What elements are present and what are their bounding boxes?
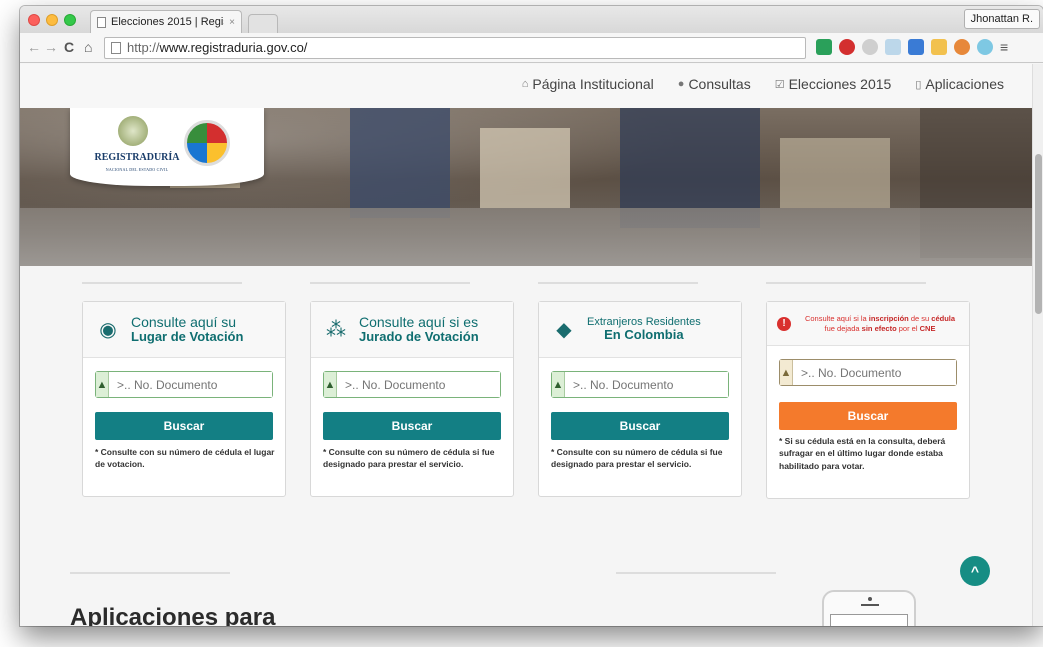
map-pin-icon: ◉ (99, 319, 117, 341)
url-host: www.registraduria.gov.co/ (159, 40, 308, 55)
ghostery-icon[interactable] (862, 39, 878, 55)
divider (310, 282, 470, 284)
menu-icon[interactable]: ≡ (1000, 39, 1008, 55)
coat-of-arms-icon (118, 116, 148, 146)
logo-text: REGISTRADURÍA NACIONAL DEL ESTADO CIVIL (94, 152, 180, 172)
divider (766, 282, 926, 284)
chevron-up-icon: ^ (970, 563, 980, 579)
tab-close-icon[interactable]: × (229, 17, 235, 28)
cast-icon[interactable] (931, 39, 947, 55)
page-scrollbar[interactable] (1032, 64, 1043, 626)
home-icon: ⌂ (521, 78, 529, 90)
card-header: ◉ Consulte aquí su Lugar de Votación (83, 302, 285, 358)
warning-icon: ! (777, 316, 791, 331)
scrollbar-thumb[interactable] (1035, 154, 1042, 314)
phone-screen (830, 614, 908, 626)
profile-button[interactable]: Jhonattan R. (963, 9, 1040, 29)
maximize-window-button[interactable] (64, 14, 76, 26)
card-inscripcion-cne: ! Consulte aquí si la inscripción de su … (766, 301, 970, 499)
nav-item-consultas[interactable]: ● Consultas (678, 76, 751, 92)
eyedropper-icon[interactable] (816, 39, 832, 55)
user-icon: ▲ (324, 372, 337, 397)
card-title: Consulte aquí si es Jurado de Votación (359, 314, 479, 345)
help-note: * Si su cédula está en la consulta, debe… (779, 436, 946, 471)
colombia-map-icon: ◆ (556, 319, 572, 341)
pocket-icon[interactable] (954, 39, 970, 55)
document-input-group: ▲ (323, 371, 501, 398)
phone-speaker (861, 604, 879, 606)
adblock-icon[interactable] (839, 39, 855, 55)
divider (538, 282, 698, 284)
emoji-icon[interactable] (977, 39, 993, 55)
download-icon[interactable] (908, 39, 924, 55)
browser-tab[interactable]: Elecciones 2015 | Registra × (90, 10, 242, 33)
document-input-group: ▲ (779, 359, 957, 386)
group-icon: ⁂ (326, 319, 346, 341)
close-window-button[interactable] (28, 14, 40, 26)
top-navigation: ⌂ Página Institucional ● Consultas ☑ Elecci… (20, 64, 1032, 108)
hero-banner: REGISTRADURÍA NACIONAL DEL ESTADO CIVIL (20, 108, 1032, 266)
scroll-to-top-button[interactable]: ^ (960, 556, 990, 586)
card-title: Extranjeros Residentes En Colombia (587, 315, 701, 343)
back-icon[interactable]: ← (27, 39, 41, 55)
search-button[interactable]: Buscar (551, 412, 729, 440)
search-button[interactable]: Buscar (95, 412, 273, 440)
forward-icon[interactable]: → (44, 39, 58, 55)
extension-icons: ≡ (816, 39, 1008, 55)
document-number-field[interactable] (109, 372, 272, 397)
divider (82, 282, 242, 284)
help-note: * Consulte con su número de cédula el lu… (95, 447, 275, 470)
document-number-field[interactable] (565, 372, 728, 397)
document-number-field[interactable] (793, 360, 956, 385)
search-button[interactable]: Buscar (323, 412, 501, 440)
url-scheme: http:// (127, 40, 160, 55)
page-viewport: ⌂ Página Institucional ● Consultas ☑ Elecci… (20, 64, 1032, 626)
tab-title: Elecciones 2015 | Registra (111, 16, 224, 28)
document-number-field[interactable] (337, 372, 500, 397)
card-title: Consulte aquí su Lugar de Votación (131, 314, 244, 345)
user-icon: ▲ (780, 360, 793, 385)
page-icon (97, 16, 106, 28)
browser-toolbar: ← → C ⌂ http://www.registraduria.gov.co/… (20, 33, 1043, 63)
divider (616, 572, 776, 574)
user-icon: ● (677, 78, 685, 90)
camera-icon[interactable] (885, 39, 901, 55)
address-bar[interactable]: http://www.registraduria.gov.co/ (104, 37, 806, 59)
help-note: * Consulte con su número de cédula si fu… (323, 447, 495, 470)
card-lugar-votacion: ◉ Consulte aquí su Lugar de Votación ▲ B… (82, 301, 286, 497)
tab-strip: Elecciones 2015 | Registra × Jhonattan R… (20, 6, 1043, 33)
card-header: ! Consulte aquí si la inscripción de su … (767, 302, 969, 346)
nav-item-elecciones[interactable]: ☑ Elecciones 2015 (775, 76, 892, 92)
document-input-group: ▲ (551, 371, 729, 398)
card-title: Consulte aquí si la inscripción de su cé… (804, 313, 956, 333)
phone-illustration (822, 590, 916, 626)
divider (70, 572, 230, 574)
nav-item-aplicaciones[interactable]: ▯ Aplicaciones (915, 76, 1004, 92)
document-input-group: ▲ (95, 371, 273, 398)
home-icon[interactable]: ⌂ (84, 39, 92, 55)
new-tab-button[interactable] (248, 14, 278, 33)
reload-icon[interactable]: C (64, 39, 74, 55)
registraduria-logo[interactable]: REGISTRADURÍA NACIONAL DEL ESTADO CIVIL (70, 108, 264, 186)
minimize-window-button[interactable] (46, 14, 58, 26)
card-jurado-votacion: ⁂ Consulte aquí si es Jurado de Votación… (310, 301, 514, 497)
mobile-icon: ▯ (915, 78, 922, 91)
nav-item-institucional[interactable]: ⌂ Página Institucional (522, 76, 654, 92)
card-header: ◆ Extranjeros Residentes En Colombia (539, 302, 741, 358)
browser-window: Elecciones 2015 | Registra × Jhonattan R… (20, 6, 1043, 626)
card-extranjeros: ◆ Extranjeros Residentes En Colombia ▲ B… (538, 301, 742, 497)
search-button[interactable]: Buscar (779, 402, 957, 430)
user-icon: ▲ (96, 372, 109, 397)
help-note: * Consulte con su número de cédula si fu… (551, 447, 723, 470)
page-icon (111, 42, 121, 54)
phone-camera (868, 597, 872, 601)
checkbox-icon: ☑ (774, 78, 785, 91)
apps-section-title: Aplicaciones para (70, 604, 276, 626)
user-icon: ▲ (552, 372, 565, 397)
card-header: ⁂ Consulte aquí si es Jurado de Votación (311, 302, 513, 358)
elecciones-2015-badge (184, 120, 230, 166)
